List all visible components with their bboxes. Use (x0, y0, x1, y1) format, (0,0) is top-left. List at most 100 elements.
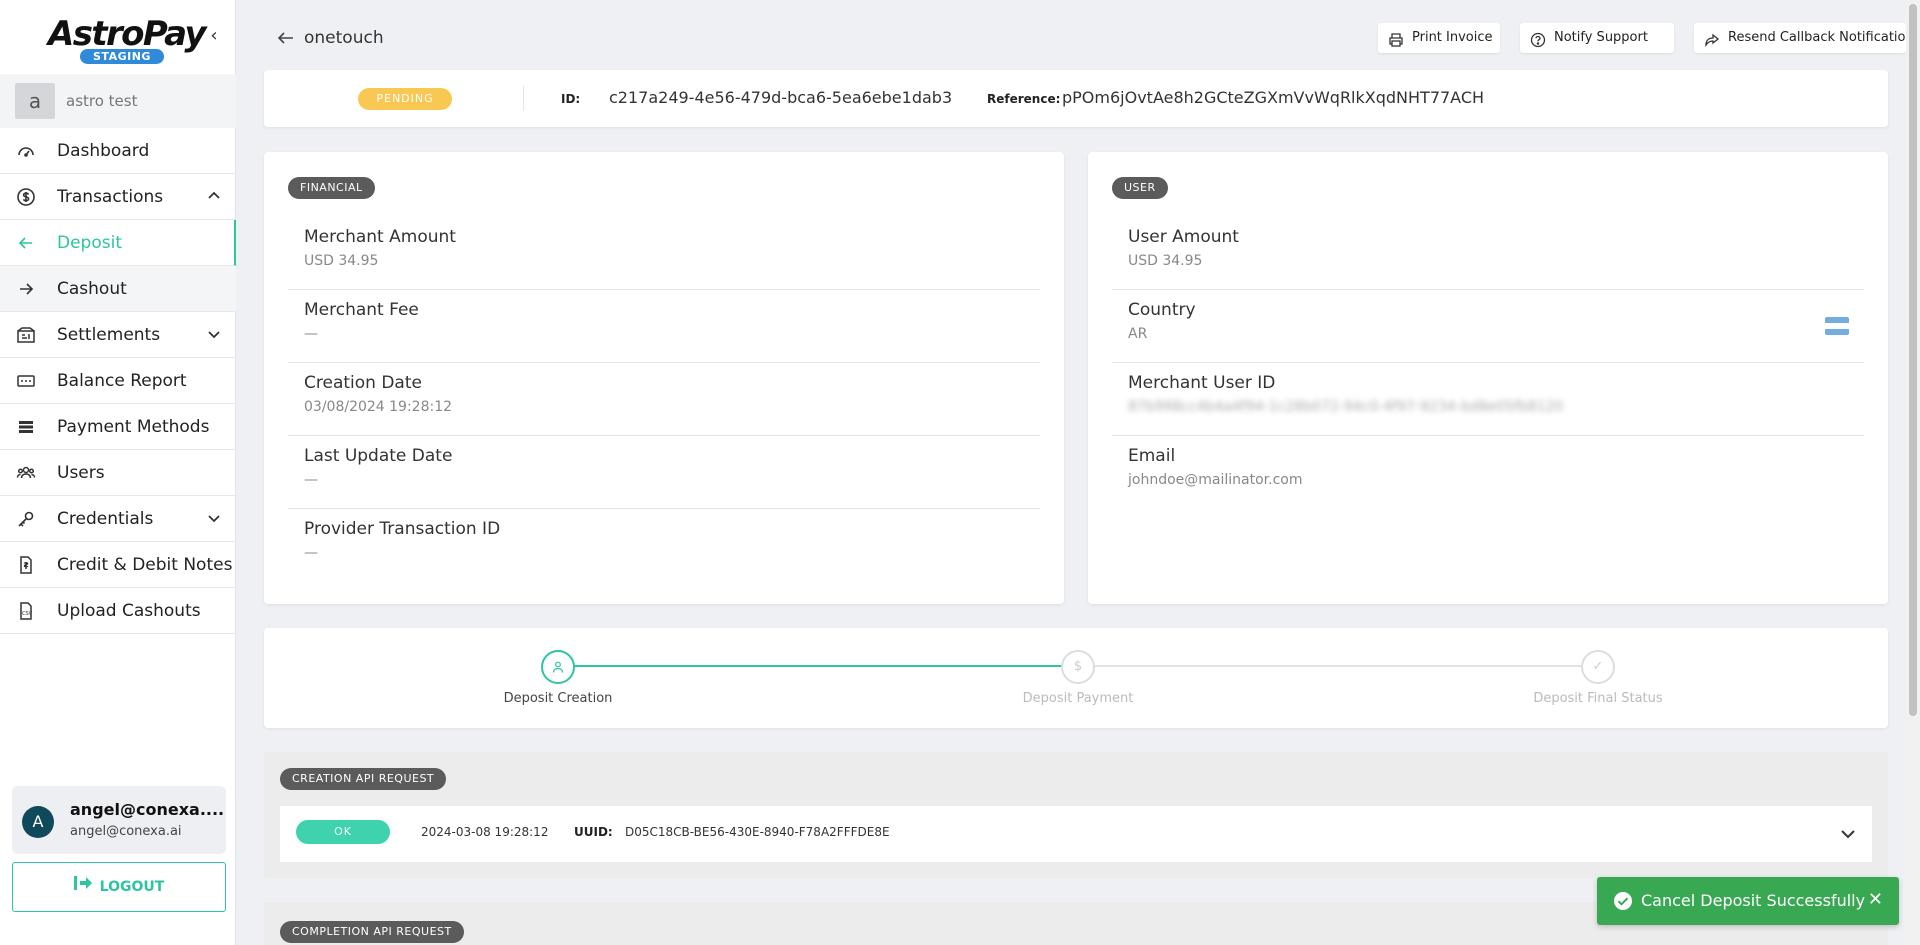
sidebar-nav: Dashboard Transactions Deposit Cashout S… (0, 128, 236, 634)
field-label: Last Update Date (304, 446, 453, 466)
sidebar-item-label: Settlements (57, 325, 161, 345)
user-name: angel@conexa.... (70, 800, 225, 819)
divider (523, 86, 524, 111)
key-icon (16, 509, 36, 529)
chevron-down-icon[interactable] (206, 326, 222, 342)
back-arrow-icon[interactable] (276, 28, 296, 48)
close-icon[interactable]: ✕ (1868, 890, 1883, 910)
request-date: 2024-03-08 19:28:12 (421, 825, 549, 839)
creation-date-field: Creation Date 03/08/2024 19:28:12 (288, 363, 1040, 436)
avatar: A (22, 806, 54, 838)
notes-icon (16, 555, 36, 575)
scrollbar[interactable] (1906, 0, 1920, 945)
step-label-creation: Deposit Creation (503, 691, 613, 706)
user-profile-card[interactable]: A angel@conexa.... angel@conexa.ai (12, 786, 226, 854)
step-label-final: Deposit Final Status (1533, 691, 1663, 706)
uuid-label: UUID: (574, 825, 613, 839)
svg-text:CSV: CSV (22, 611, 33, 617)
deposit-progress-steps: Deposit Creation $ Deposit Payment ✓ Dep… (264, 628, 1888, 728)
reference-label: Reference: (987, 92, 1061, 106)
org-name: astro test (66, 92, 138, 110)
user-card: USER User Amount USD 34.95 Country AR Me… (1088, 152, 1888, 604)
field-label: Creation Date (304, 373, 422, 393)
uuid-value: D05C18CB-BE56-430E-8940-F78A2FFFDE8E (625, 825, 890, 839)
status-badge: PENDING (358, 88, 452, 110)
dashboard-icon (16, 141, 36, 161)
notify-support-button[interactable]: Notify Support (1520, 23, 1674, 53)
sidebar-item-credentials[interactable]: Credentials (0, 496, 236, 542)
logout-button[interactable]: LOGOUT (12, 862, 226, 912)
share-forward-icon (1704, 30, 1720, 48)
settlements-icon (16, 325, 36, 345)
org-selector[interactable]: a astro test (0, 74, 236, 128)
collapse-sidebar-icon[interactable]: ‹ (206, 26, 222, 46)
sidebar-item-users[interactable]: Users (0, 450, 236, 496)
sidebar-item-upload-cashouts[interactable]: CSV Upload Cashouts (0, 588, 236, 634)
sidebar-item-deposit[interactable]: Deposit (0, 220, 236, 266)
financial-tag: FINANCIAL (288, 177, 375, 199)
chevron-down-icon[interactable] (1838, 824, 1858, 844)
user-email: angel@conexa.ai (70, 824, 182, 839)
last-update-date-field: Last Update Date — (288, 436, 1040, 509)
sidebar-item-label: Upload Cashouts (57, 601, 201, 621)
field-value: — (304, 472, 318, 488)
sidebar-item-balance-report[interactable]: Balance Report (0, 358, 236, 404)
argentina-flag-icon (1825, 317, 1849, 335)
main-content: onetouch Print Invoice Notify Support Re… (240, 0, 1914, 945)
payment-methods-icon (16, 417, 36, 437)
api-request-row[interactable]: OK 2024-03-08 19:28:12 UUID: D05C18CB-BE… (280, 806, 1872, 862)
merchant-amount-field: Merchant Amount USD 34.95 (288, 217, 1040, 290)
logo[interactable]: AstroPay STAGING ‹ (0, 0, 235, 72)
sidebar-item-payment-methods[interactable]: Payment Methods (0, 404, 236, 450)
page-title: onetouch (304, 28, 384, 48)
field-label: Merchant User ID (1128, 373, 1276, 393)
status-badge: OK (296, 820, 390, 844)
id-label: ID: (561, 92, 581, 106)
field-value: 03/08/2024 19:28:12 (304, 399, 453, 415)
sidebar-item-label: Balance Report (57, 371, 187, 391)
step-progress-line (558, 665, 1078, 667)
financial-card: FINANCIAL Merchant Amount USD 34.95 Merc… (264, 152, 1064, 604)
resend-callback-button[interactable]: Resend Callback Notification (1694, 23, 1914, 53)
email-field: Email johndoe@mailinator.com (1112, 436, 1864, 509)
sidebar-item-transactions[interactable]: Transactions (0, 174, 236, 220)
chevron-up-icon[interactable] (206, 188, 222, 204)
sidebar-item-label: Credentials (57, 509, 154, 529)
step-label-payment: Deposit Payment (1022, 691, 1134, 706)
sidebar-item-dashboard[interactable]: Dashboard (0, 128, 236, 174)
field-value: USD 34.95 (1128, 253, 1203, 269)
sidebar-item-credit-debit-notes[interactable]: Credit & Debit Notes (0, 542, 236, 588)
field-label: Provider Transaction ID (304, 519, 501, 539)
sidebar-item-label: Credit & Debit Notes (57, 555, 233, 575)
env-badge: STAGING (80, 49, 164, 64)
help-circle-icon (1530, 30, 1546, 48)
scroll-thumb[interactable] (1909, 4, 1917, 716)
completion-api-tag: COMPLETION API REQUEST (280, 921, 464, 943)
field-label: Merchant Fee (304, 300, 419, 320)
notify-support-label: Notify Support (1554, 30, 1648, 45)
balance-icon (16, 371, 36, 391)
toast-message: Cancel Deposit Successfully (1641, 891, 1866, 910)
resend-callback-label: Resend Callback Notification (1728, 30, 1914, 45)
reference-value: pPOm6jOvtAe8h2GCteZGXmVvWqRlkXqdNHT77ACH (1062, 88, 1485, 107)
field-label: User Amount (1128, 227, 1239, 247)
field-label: Country (1128, 300, 1196, 320)
user-amount-field: User Amount USD 34.95 (1112, 217, 1864, 290)
sidebar-item-label: Users (57, 463, 105, 483)
user-tag: USER (1112, 177, 1168, 199)
chevron-down-icon[interactable] (206, 510, 222, 526)
sidebar-item-settlements[interactable]: Settlements (0, 312, 236, 358)
printer-icon (1388, 30, 1404, 47)
field-label: Merchant Amount (304, 227, 456, 247)
arrow-left-icon (16, 233, 36, 253)
check-step-icon: ✓ (1581, 650, 1615, 684)
merchant-fee-field: Merchant Fee — (288, 290, 1040, 363)
creation-api-request: CREATION API REQUEST OK 2024-03-08 19:28… (264, 752, 1888, 878)
field-value: johndoe@mailinator.com (1128, 472, 1303, 488)
print-invoice-button[interactable]: Print Invoice (1378, 23, 1500, 53)
sidebar: AstroPay STAGING ‹ a astro test Dashboar… (0, 0, 236, 945)
merchant-user-id-field: Merchant User ID 87b998cc4b4a4f94-1c28b0… (1112, 363, 1864, 436)
sidebar-item-cashout[interactable]: Cashout (0, 266, 236, 312)
csv-file-icon: CSV (16, 601, 36, 621)
sidebar-item-label: Cashout (57, 279, 127, 299)
